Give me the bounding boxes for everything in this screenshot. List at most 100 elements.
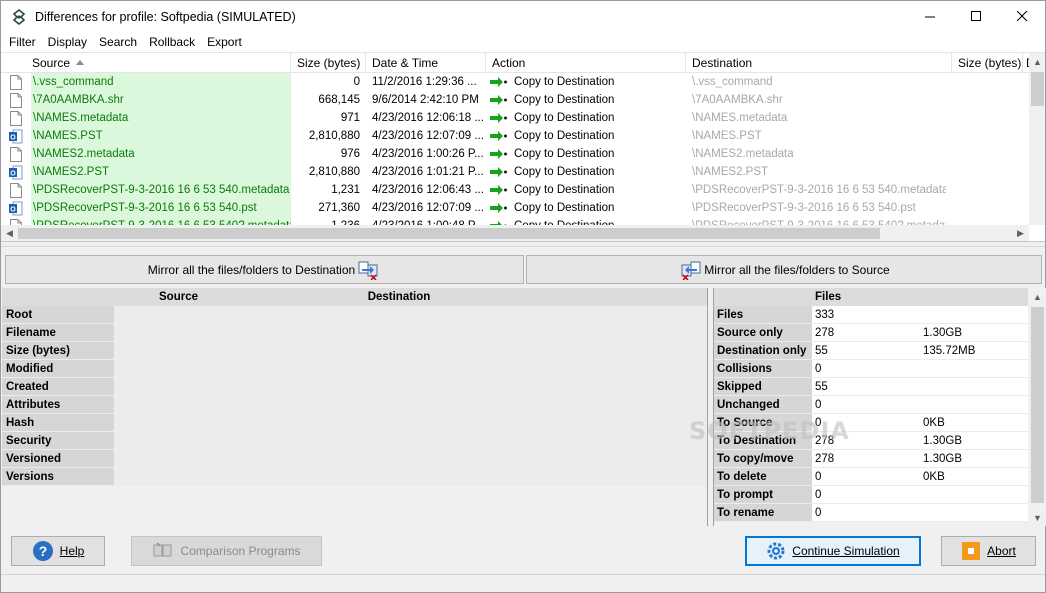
column-date[interactable]: Date & Time — [366, 53, 486, 73]
comparison-row-label: Hash — [2, 414, 114, 432]
row-destination: \NAMES.PST — [692, 130, 762, 142]
status-bar — [1, 574, 1045, 592]
vertical-splitter[interactable] — [707, 288, 714, 526]
column-dest-size[interactable]: Size (bytes) — [952, 53, 1023, 73]
svg-text:?: ? — [38, 543, 47, 559]
menu-bar: Filter Display Search Rollback Export — [1, 32, 1045, 52]
menu-search[interactable]: Search — [93, 32, 143, 52]
statistics-row-label: Source only — [714, 324, 812, 342]
comparison-destination-header: Destination — [367, 291, 431, 303]
row-action[interactable]: Copy to Destination — [486, 127, 686, 145]
menu-display[interactable]: Display — [42, 32, 93, 52]
title-bar[interactable]: Differences for profile: Softpedia (SIMU… — [1, 1, 1045, 32]
comparison-row: Security — [2, 432, 707, 450]
statistics-row-label: To copy/move — [714, 450, 812, 468]
file-list-vertical-scrollbar[interactable]: ▲ — [1029, 53, 1045, 225]
statistics-row-size: 1.30GB — [920, 450, 1028, 468]
statistics-row-label: To rename — [714, 504, 812, 522]
statistics-row-size — [920, 504, 1028, 522]
row-action[interactable]: Copy to Destination — [486, 91, 686, 109]
row-action[interactable]: Copy to Destination — [486, 163, 686, 181]
menu-filter[interactable]: Filter — [3, 32, 42, 52]
row-date: 4/23/2016 1:01:21 P... — [372, 166, 484, 178]
horizontal-splitter[interactable] — [1, 241, 1045, 251]
mirror-to-destination-button[interactable]: Mirror all the files/folders to Destinat… — [5, 255, 524, 284]
column-source[interactable]: Source — [1, 53, 291, 73]
row-dest-size — [946, 91, 1031, 109]
row-size: 271,360 — [318, 202, 360, 214]
abort-button[interactable]: Abort — [941, 536, 1036, 566]
scroll-left-arrow-icon[interactable]: ◀ — [1, 225, 18, 241]
comparison-row-label: Attributes — [2, 396, 114, 414]
row-destination: \PDSRecoverPST-9-3-2016 16 6 53 540.meta… — [692, 184, 946, 196]
scroll-down-arrow-icon[interactable]: ▼ — [1029, 509, 1046, 526]
scroll-right-arrow-icon[interactable]: ▶ — [1012, 225, 1029, 241]
file-list-horizontal-scrollbar[interactable]: ◀ ▶ — [1, 225, 1029, 241]
row-action[interactable]: Copy to Destination — [486, 181, 686, 199]
menu-rollback[interactable]: Rollback — [143, 32, 201, 52]
table-row[interactable]: \NAMES2.metadata 976 4/23/2016 1:00:26 P..… — [1, 145, 1031, 163]
scrollbar-thumb[interactable] — [18, 228, 880, 239]
comparison-programs-button[interactable]: Comparison Programs — [131, 536, 322, 566]
comparison-empty-area — [2, 486, 707, 526]
row-size: 1,231 — [331, 184, 360, 196]
comparison-destination-value — [412, 378, 707, 396]
maximize-button[interactable] — [953, 1, 999, 32]
statistics-row: Unchanged 0 — [714, 396, 1028, 414]
svg-text:O: O — [10, 206, 16, 213]
table-row[interactable]: O \NAMES2.PST 2,810,880 4/23/2016 1:01:21 P… — [1, 163, 1031, 181]
row-size: 976 — [340, 148, 360, 160]
statistics-row-size: 135.72MB — [920, 342, 1028, 360]
comparison-programs-label: Comparison Programs — [180, 544, 301, 558]
mirror-to-source-button[interactable]: Mirror all the files/folders to Source — [526, 255, 1042, 284]
help-button[interactable]: ? Help — [11, 536, 105, 566]
row-action-label: Copy to Destination — [514, 94, 615, 106]
file-list-header: Source Size (bytes) Date & Time Action D… — [1, 53, 1031, 73]
scrollbar-thumb[interactable] — [1031, 307, 1044, 503]
continue-simulation-label: Continue Simulation — [792, 544, 900, 558]
statistics-size-header — [920, 288, 1028, 306]
row-size: 2,810,880 — [308, 166, 360, 178]
row-action-label: Copy to Destination — [514, 184, 615, 196]
row-destination: \NAMES2.PST — [692, 166, 769, 178]
continue-simulation-button[interactable]: Continue Simulation — [745, 536, 921, 566]
statistics-vertical-scrollbar[interactable]: ▲ ▼ — [1029, 288, 1046, 526]
table-row[interactable]: \7A0AAMBKA.shr 668,145 9/6/2014 2:42:10 PM… — [1, 91, 1031, 109]
row-dest-size — [946, 109, 1031, 127]
statistics-row-count: 0 — [812, 396, 920, 414]
comparison-row: Modified — [2, 360, 707, 378]
statistics-row-count: 278 — [812, 324, 920, 342]
file-diff-list[interactable]: Source Size (bytes) Date & Time Action D… — [1, 52, 1045, 241]
comparison-row: Filename — [2, 324, 707, 342]
row-action[interactable]: Copy to Destination — [486, 199, 686, 217]
close-button[interactable] — [999, 1, 1045, 32]
row-action-label: Copy to Destination — [514, 112, 615, 124]
copy-right-arrow-icon — [490, 149, 508, 159]
column-action[interactable]: Action — [486, 53, 686, 73]
comparison-destination-value — [412, 414, 707, 432]
row-action-label: Copy to Destination — [514, 76, 615, 88]
table-row[interactable]: \PDSRecoverPST-9-3-2016 16 6 53 540.meta… — [1, 181, 1031, 199]
table-row[interactable]: O \NAMES.PST 2,810,880 4/23/2016 12:07:09 .… — [1, 127, 1031, 145]
scroll-up-arrow-icon[interactable]: ▲ — [1029, 53, 1045, 70]
file-list-rows: \.vss_command 0 11/2/2016 1:29:36 ... Copy … — [1, 73, 1031, 235]
scroll-up-arrow-icon[interactable]: ▲ — [1029, 288, 1046, 305]
table-row[interactable]: \.vss_command 0 11/2/2016 1:29:36 ... Copy … — [1, 73, 1031, 91]
minimize-button[interactable] — [907, 1, 953, 32]
statistics-row: To delete 0 0KB — [714, 468, 1028, 486]
menu-export[interactable]: Export — [201, 32, 248, 52]
column-size[interactable]: Size (bytes) — [291, 53, 366, 73]
table-row[interactable]: \NAMES.metadata 971 4/23/2016 12:06:18 ...… — [1, 109, 1031, 127]
row-source: \7A0AAMBKA.shr — [31, 91, 291, 109]
maximize-icon — [970, 11, 981, 21]
comparison-source-value — [114, 342, 412, 360]
row-action[interactable]: Copy to Destination — [486, 145, 686, 163]
row-dest-size — [946, 181, 1031, 199]
column-destination[interactable]: Destination — [686, 53, 952, 73]
row-action[interactable]: Copy to Destination — [486, 109, 686, 127]
scrollbar-thumb[interactable] — [1031, 72, 1044, 106]
row-source: \NAMES2.metadata — [31, 145, 291, 163]
row-action[interactable]: Copy to Destination — [486, 73, 686, 91]
table-row[interactable]: O \PDSRecoverPST-9-3-2016 16 6 53 540.pst… — [1, 199, 1031, 217]
row-destination: \7A0AAMBKA.shr — [692, 94, 783, 106]
